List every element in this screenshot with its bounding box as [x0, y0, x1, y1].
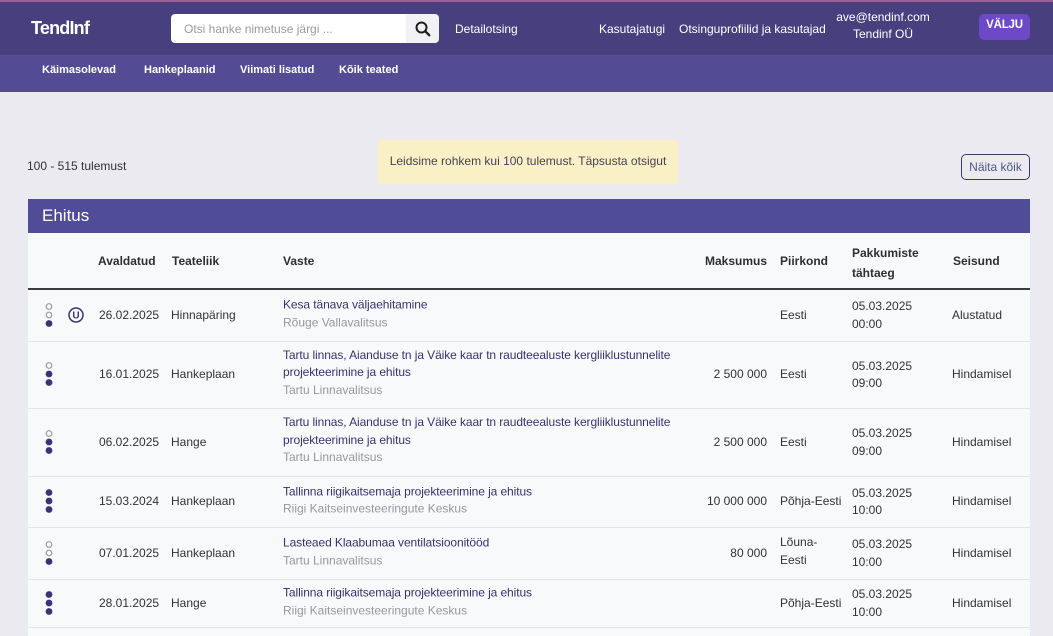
svg-text:U: U — [72, 310, 79, 321]
